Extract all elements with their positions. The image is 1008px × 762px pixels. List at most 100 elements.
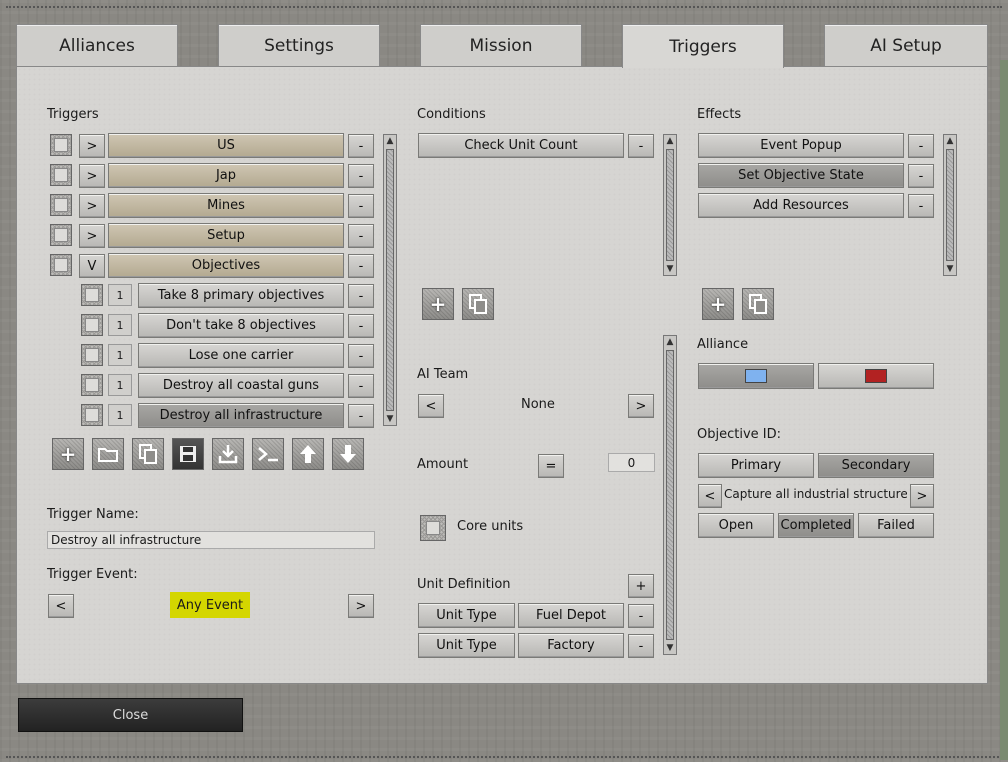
- unit-definition-value[interactable]: Factory: [518, 633, 624, 658]
- trigger-group-objectives[interactable]: Objectives: [108, 253, 344, 278]
- trigger-checkbox[interactable]: [50, 164, 72, 186]
- add-condition-icon[interactable]: +: [422, 288, 454, 320]
- ai-team-prev-button[interactable]: <: [418, 394, 444, 418]
- scroll-up-icon[interactable]: ▲: [664, 135, 676, 147]
- remove-button[interactable]: -: [348, 254, 374, 278]
- remove-effect-button[interactable]: -: [908, 194, 934, 218]
- scroll-down-icon[interactable]: ▼: [384, 413, 396, 425]
- effect-item[interactable]: Add Resources: [698, 193, 904, 218]
- trigger-checkbox[interactable]: [81, 404, 103, 426]
- ai-team-next-button[interactable]: >: [628, 394, 654, 418]
- remove-button[interactable]: -: [348, 194, 374, 218]
- trigger-name-input[interactable]: Destroy all infrastructure: [47, 531, 375, 549]
- collapse-button[interactable]: V: [79, 254, 105, 278]
- scroll-thumb[interactable]: [946, 149, 954, 261]
- tab-alliances[interactable]: Alliances: [16, 24, 178, 66]
- remove-button[interactable]: -: [348, 344, 374, 368]
- event-next-button[interactable]: >: [348, 594, 374, 618]
- tab-settings[interactable]: Settings: [218, 24, 380, 66]
- effect-item-selected[interactable]: Set Objective State: [698, 163, 904, 188]
- remove-condition-button[interactable]: -: [628, 134, 654, 158]
- trigger-item[interactable]: Lose one carrier: [138, 343, 344, 368]
- expand-button[interactable]: >: [79, 224, 105, 248]
- condition-detail-scrollbar[interactable]: ▲ ▼: [663, 335, 677, 655]
- trigger-checkbox[interactable]: [81, 284, 103, 306]
- add-effect-icon[interactable]: +: [702, 288, 734, 320]
- objective-secondary-button[interactable]: Secondary: [818, 453, 934, 478]
- trigger-item[interactable]: Destroy all coastal guns: [138, 373, 344, 398]
- scroll-up-icon[interactable]: ▲: [944, 135, 956, 147]
- trigger-checkbox[interactable]: [50, 134, 72, 156]
- effects-scrollbar[interactable]: ▲ ▼: [943, 134, 957, 276]
- objective-prev-button[interactable]: <: [698, 484, 722, 508]
- tab-ai-setup[interactable]: AI Setup: [824, 24, 988, 66]
- scroll-thumb[interactable]: [666, 149, 674, 261]
- remove-button[interactable]: -: [348, 134, 374, 158]
- remove-button[interactable]: -: [348, 404, 374, 428]
- scroll-down-icon[interactable]: ▼: [944, 263, 956, 275]
- close-button[interactable]: Close: [18, 698, 243, 732]
- tab-triggers[interactable]: Triggers: [622, 24, 784, 68]
- plus-icon[interactable]: +: [52, 438, 84, 470]
- scroll-thumb[interactable]: [666, 350, 674, 640]
- unit-definition-type[interactable]: Unit Type: [418, 633, 515, 658]
- core-units-checkbox[interactable]: [420, 515, 446, 541]
- alliance-red-button[interactable]: [818, 363, 934, 389]
- copy-icon[interactable]: [132, 438, 164, 470]
- remove-button[interactable]: -: [348, 164, 374, 188]
- trigger-item[interactable]: Take 8 primary objectives: [138, 283, 344, 308]
- expand-button[interactable]: >: [79, 134, 105, 158]
- scroll-down-icon[interactable]: ▼: [664, 642, 676, 654]
- effect-item[interactable]: Event Popup: [698, 133, 904, 158]
- unit-definition-type[interactable]: Unit Type: [418, 603, 515, 628]
- add-unit-definition-button[interactable]: +: [628, 574, 654, 598]
- scroll-up-icon[interactable]: ▲: [664, 336, 676, 348]
- arrow-up-icon[interactable]: [292, 438, 324, 470]
- state-failed-button[interactable]: Failed: [858, 513, 934, 538]
- trigger-group-us[interactable]: US: [108, 133, 344, 158]
- conditions-scrollbar[interactable]: ▲ ▼: [663, 134, 677, 276]
- remove-effect-button[interactable]: -: [908, 164, 934, 188]
- remove-effect-button[interactable]: -: [908, 134, 934, 158]
- import-icon[interactable]: [212, 438, 244, 470]
- trigger-checkbox[interactable]: [50, 254, 72, 276]
- expand-button[interactable]: >: [79, 194, 105, 218]
- amount-operator-button[interactable]: =: [538, 454, 564, 478]
- remove-button[interactable]: -: [348, 374, 374, 398]
- arrow-down-icon[interactable]: [332, 438, 364, 470]
- trigger-checkbox[interactable]: [81, 374, 103, 396]
- trigger-checkbox[interactable]: [81, 344, 103, 366]
- trigger-checkbox[interactable]: [81, 314, 103, 336]
- save-icon[interactable]: [172, 438, 204, 470]
- trigger-group-setup[interactable]: Setup: [108, 223, 344, 248]
- remove-unit-definition-button[interactable]: -: [628, 634, 654, 658]
- trigger-item-selected[interactable]: Destroy all infrastructure: [138, 403, 344, 428]
- trigger-group-jap[interactable]: Jap: [108, 163, 344, 188]
- copy-condition-icon[interactable]: [462, 288, 494, 320]
- scroll-down-icon[interactable]: ▼: [664, 263, 676, 275]
- trigger-item[interactable]: Don't take 8 objectives: [138, 313, 344, 338]
- state-completed-button[interactable]: Completed: [778, 513, 854, 538]
- remove-unit-definition-button[interactable]: -: [628, 604, 654, 628]
- trigger-checkbox[interactable]: [50, 194, 72, 216]
- remove-button[interactable]: -: [348, 314, 374, 338]
- objective-primary-button[interactable]: Primary: [698, 453, 814, 478]
- trigger-checkbox[interactable]: [50, 224, 72, 246]
- scroll-thumb[interactable]: [386, 149, 394, 411]
- condition-item[interactable]: Check Unit Count: [418, 133, 624, 158]
- console-icon[interactable]: [252, 438, 284, 470]
- triggers-scrollbar[interactable]: ▲ ▼: [383, 134, 397, 426]
- copy-effect-icon[interactable]: [742, 288, 774, 320]
- scroll-up-icon[interactable]: ▲: [384, 135, 396, 147]
- unit-definition-value[interactable]: Fuel Depot: [518, 603, 624, 628]
- objective-next-button[interactable]: >: [910, 484, 934, 508]
- tab-mission[interactable]: Mission: [420, 24, 582, 66]
- trigger-group-mines[interactable]: Mines: [108, 193, 344, 218]
- remove-button[interactable]: -: [348, 224, 374, 248]
- event-prev-button[interactable]: <: [48, 594, 74, 618]
- amount-input[interactable]: 0: [608, 453, 655, 472]
- folder-icon[interactable]: [92, 438, 124, 470]
- expand-button[interactable]: >: [79, 164, 105, 188]
- remove-button[interactable]: -: [348, 284, 374, 308]
- alliance-blue-button[interactable]: [698, 363, 814, 389]
